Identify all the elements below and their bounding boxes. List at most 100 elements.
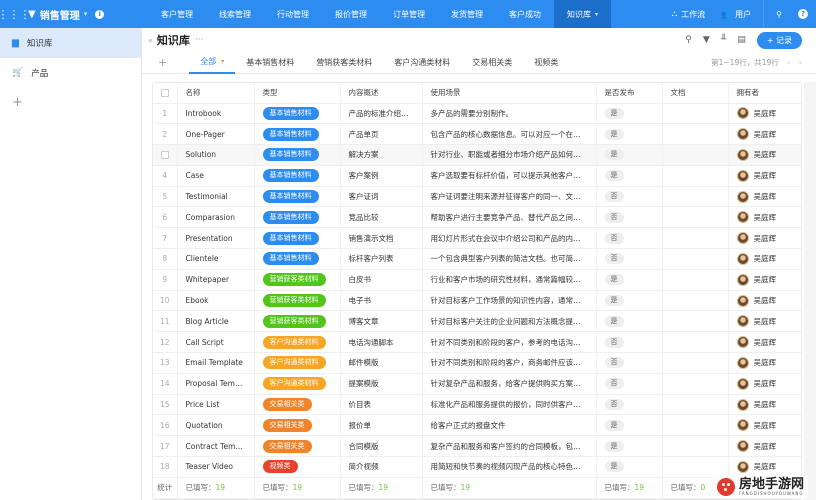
- table-row[interactable]: 5 Testimonial 基本销售材料 客户证词 客户证词要注明来源并征得客户的同一、…: [153, 186, 801, 208]
- row-number[interactable]: 8: [153, 248, 178, 270]
- cell-name: Email Template: [177, 352, 255, 374]
- tab-3[interactable]: 客户沟通类材料: [383, 52, 461, 74]
- table-row[interactable]: 2 One-Pager 基本销售材料 产品单页 包含产品的核心数据信息。可以对应一个在线…: [153, 123, 801, 146]
- comment-icon[interactable]: ▤: [737, 35, 746, 45]
- prev-page-icon[interactable]: ‹: [787, 58, 791, 68]
- cell-document: [662, 269, 729, 291]
- avatar: [736, 190, 749, 203]
- cell-owner: 吴庭辉: [728, 331, 801, 354]
- table-row[interactable]: 6 Comparasion 基本销售材料 竞品比较 帮助客户进行主要竞争产品、替代产品之…: [153, 206, 801, 229]
- sidebar-item-1[interactable]: 🛒 产品: [0, 58, 141, 88]
- sidebar-item-0[interactable]: ▆ 知识库: [0, 28, 141, 58]
- summary-cell[interactable]: 已填写：19: [596, 477, 663, 499]
- row-number[interactable]: 14: [153, 373, 178, 395]
- summary-cell[interactable]: 已填写：19: [422, 477, 597, 499]
- select-all-checkbox[interactable]: [153, 83, 178, 104]
- nav-item-7[interactable]: 知识库 ▾: [554, 0, 612, 28]
- nav-item-4[interactable]: 订单管理: [380, 0, 438, 28]
- column-header[interactable]: 使用场景: [422, 83, 597, 104]
- summary-cell[interactable]: 已填写：19: [254, 477, 341, 499]
- row-number[interactable]: 18: [153, 456, 178, 478]
- row-number[interactable]: 15: [153, 394, 178, 416]
- owner: 吴庭辉: [736, 107, 795, 120]
- row-number[interactable]: 16: [153, 414, 178, 437]
- help-button[interactable]: ?: [790, 9, 816, 19]
- table-row[interactable]: 16 Quotation 交易相关类 报价单 给客户正式的报盘文件是 吴庭辉: [153, 414, 801, 437]
- summary-cell[interactable]: 已填写：19: [177, 477, 255, 499]
- row-number[interactable]: 11: [153, 310, 178, 333]
- chevron-down-icon[interactable]: ▾: [221, 58, 224, 65]
- row-number[interactable]: 13: [153, 352, 178, 374]
- table-row[interactable]: 10 Ebook 营销获客类材料 电子书 针对目标客户工作场景的知识性内容，通常是...…: [153, 290, 801, 312]
- owner: 吴庭辉: [736, 398, 795, 411]
- column-header[interactable]: 拥有者: [728, 83, 801, 104]
- nav-item-5[interactable]: 发货管理: [438, 0, 496, 28]
- chart-icon[interactable]: ╨: [721, 35, 726, 45]
- row-number[interactable]: 12: [153, 331, 178, 354]
- column-header[interactable]: 类型: [254, 83, 341, 104]
- nav-item-3[interactable]: 报价管理: [322, 0, 380, 28]
- nav-item-label: 发货管理: [451, 9, 483, 19]
- cell-summary: 产品单页: [340, 123, 423, 146]
- row-number[interactable]: 2: [153, 123, 178, 146]
- sidebar-item-label: 产品: [31, 69, 49, 79]
- row-number[interactable]: 5: [153, 186, 178, 208]
- row-number[interactable]: 4: [153, 165, 178, 187]
- more-icon[interactable]: ···: [195, 35, 204, 45]
- filter-icon[interactable]: ▼: [703, 35, 710, 45]
- table-row[interactable]: 18 Teaser Video 视频类 简介视频 用简短和快节奏的视频闪现产品的核心特色…: [153, 456, 801, 478]
- users-button[interactable]: 👥 用户: [713, 9, 759, 20]
- column-header[interactable]: 文档: [662, 83, 729, 104]
- row-number[interactable]: [153, 144, 178, 166]
- table-row[interactable]: 15 Price List 交易相关类 价目表 标准化产品和服务提供的报价，同时供客户选…: [153, 394, 801, 416]
- tab-4[interactable]: 交易相关类: [461, 52, 523, 74]
- nav-item-2[interactable]: 行动管理: [264, 0, 322, 28]
- add-sheet-button[interactable]: +: [0, 88, 141, 116]
- column-header[interactable]: 内容概述: [340, 83, 423, 104]
- table-row[interactable]: 7 Presentation 基本销售材料 销售演示文档 用幻灯片形式在会议中介绍公司和…: [153, 227, 801, 250]
- row-checkbox[interactable]: [160, 151, 169, 160]
- table-row[interactable]: 4 Case 基本销售材料 客户案例 客户选取要有标杆价值，可以提示其他客户使... 是 吴…: [153, 165, 801, 187]
- app-grid-icon[interactable]: ⋮⋮⋮: [0, 8, 31, 21]
- table-row[interactable]: 17 Contract Template 交易相关类 合同模版 复杂产品和服务和客户签约…: [153, 435, 801, 458]
- table-row[interactable]: 8 Clientele 基本销售材料 标杆客户列表 一个包含典型客户列表的简洁文档。也可…: [153, 248, 801, 270]
- table-row[interactable]: 12 Call Script 客户沟通类材料 电话沟通脚本 针对不同类别和阶段的客户，参…: [153, 331, 801, 354]
- table-row[interactable]: 13 Email Template 客户沟通类材料 邮件模版 针对不同类别和阶段的客户，…: [153, 352, 801, 374]
- row-number[interactable]: 1: [153, 103, 178, 125]
- info-icon[interactable]: i: [95, 9, 105, 19]
- owner-name: 吴庭辉: [753, 129, 777, 139]
- table-header: 名称 类型 内容概述 使用场景 是否发布 文档 拥有者: [153, 83, 801, 104]
- tab-0[interactable]: 全部 ▾: [189, 52, 236, 74]
- nav-item-1[interactable]: 线索管理: [206, 0, 264, 28]
- next-page-icon[interactable]: ›: [798, 58, 802, 68]
- avatar: [736, 128, 749, 141]
- tab-1[interactable]: 基本销售材料: [235, 52, 305, 74]
- search-icon[interactable]: ⚲: [685, 35, 692, 45]
- summary-cell[interactable]: 已填写：19: [340, 477, 423, 499]
- collapse-sidebar-icon[interactable]: «: [148, 36, 153, 45]
- nav-item-0[interactable]: 客户管理: [148, 0, 206, 28]
- add-view-icon[interactable]: +: [158, 56, 167, 69]
- column-header[interactable]: 是否发布: [596, 83, 663, 104]
- column-header[interactable]: 名称: [177, 83, 255, 104]
- table-row[interactable]: 9 Whitepaper 营销获客类材料 白皮书 行业和客户市场的研究性材料，通常篇幅较…: [153, 269, 801, 291]
- table-row[interactable]: 14 Proposal Template 客户沟通类材料 提案模版 针对复杂产品和服务，…: [153, 373, 801, 395]
- row-number[interactable]: 10: [153, 290, 178, 312]
- avatar: [736, 460, 749, 473]
- table-row[interactable]: Solution 基本销售材料 解决方案 针对行业、职能或者细分市场介绍产品如何解..…: [153, 144, 801, 166]
- row-number[interactable]: 17: [153, 435, 178, 458]
- app-switcher[interactable]: ▼ 销售管理 ▾ i: [28, 7, 148, 22]
- tab-5[interactable]: 视频类: [523, 52, 569, 74]
- tab-2[interactable]: 营销获客类材料: [305, 52, 383, 74]
- workflow-button[interactable]: ⛬ 工作流: [664, 9, 714, 20]
- owner: 吴庭辉: [736, 440, 795, 453]
- search-button[interactable]: ⚲: [768, 10, 790, 19]
- row-number[interactable]: 9: [153, 269, 178, 291]
- row-number[interactable]: 6: [153, 206, 178, 229]
- add-record-button[interactable]: + 记录: [756, 31, 802, 49]
- table-row[interactable]: 11 Blog Article 营销获客类材料 博客文章 针对目标客户关注的企业问题和方…: [153, 310, 801, 333]
- table-row[interactable]: 1 Introbook 基本销售材料 产品的标准介绍手册 多产品的需要分别制作。是 吴庭辉: [153, 103, 801, 125]
- nav-item-6[interactable]: 客户成功: [496, 0, 554, 28]
- scrollbar[interactable]: [804, 82, 816, 500]
- row-number[interactable]: 7: [153, 227, 178, 250]
